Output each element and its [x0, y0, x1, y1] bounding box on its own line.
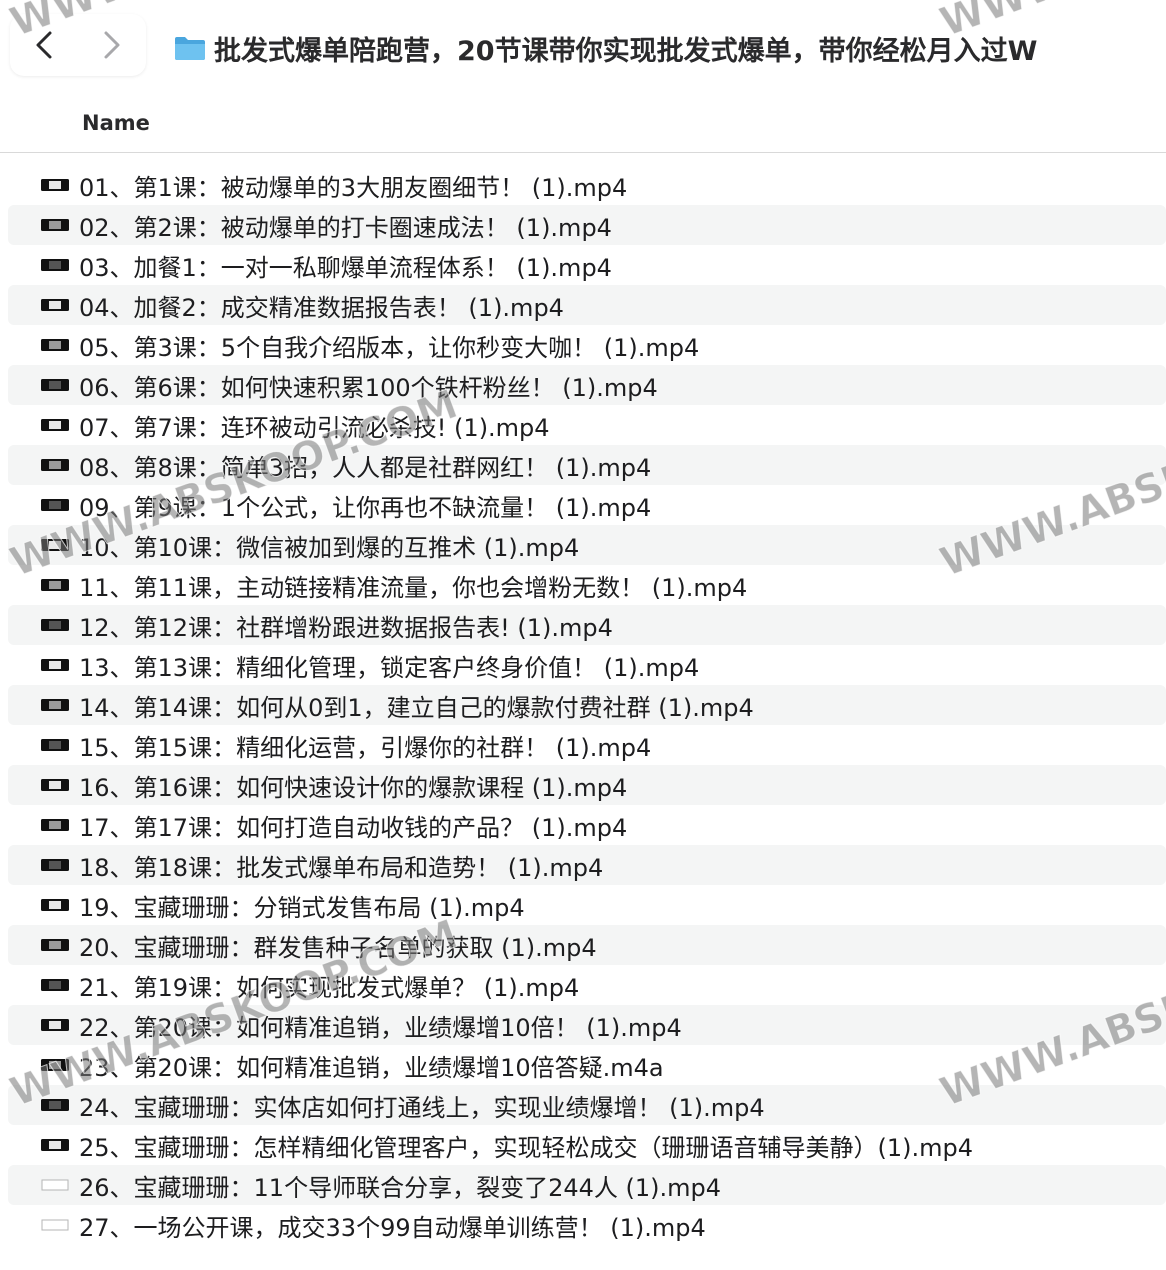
file-row[interactable]: 11、第11课，主动链接精准流量，你也会增粉无数！ (1).mp4 [8, 565, 1166, 605]
video-thumbnail-icon [41, 1019, 69, 1031]
toolbar: 批发式爆单陪跑营，20节课带你实现批发式爆单，带你经松月入过W [0, 0, 1166, 96]
file-name: 07、第7课：连环被动引流必杀技! (1).mp4 [79, 413, 550, 442]
video-thumbnail-icon [41, 659, 69, 671]
file-name: 04、加餐2：成交精准数据报告表！ (1).mp4 [79, 293, 564, 322]
file-name: 23、第20课：如何精准追销，业绩爆增10倍答疑.m4a [79, 1053, 664, 1082]
file-row[interactable]: 14、第14课：如何从0到1，建立自己的爆款付费社群 (1).mp4 [8, 685, 1166, 725]
file-row[interactable]: 08、第8课：简单3招，人人都是社群网红！ (1).mp4 [8, 445, 1166, 485]
file-row[interactable]: 25、宝藏珊珊：怎样精细化管理客户，实现轻松成交（珊珊语音辅导美静）(1).mp… [8, 1125, 1166, 1165]
video-thumbnail-icon [41, 899, 69, 911]
file-row[interactable]: 01、第1课：被动爆单的3大朋友圈细节！ (1).mp4 [8, 165, 1166, 205]
file-row[interactable]: 17、第17课：如何打造自动收钱的产品？ (1).mp4 [8, 805, 1166, 845]
folder-title: 批发式爆单陪跑营，20节课带你实现批发式爆单，带你经松月入过W [214, 35, 1038, 67]
file-name: 20、宝藏珊珊：群发售种子名单的获取 (1).mp4 [79, 933, 597, 962]
video-thumbnail-icon [41, 819, 69, 831]
video-thumbnail-icon [41, 379, 69, 391]
file-row[interactable]: 23、第20课：如何精准追销，业绩爆增10倍答疑.m4a [8, 1045, 1166, 1085]
video-thumbnail-icon [41, 1139, 69, 1151]
file-row[interactable]: 22、第20课：如何精准追销，业绩爆增10倍！ (1).mp4 [8, 1005, 1166, 1045]
file-name: 12、第12课：社群增粉跟进数据报告表! (1).mp4 [79, 613, 613, 642]
audio-file-icon [41, 1059, 69, 1071]
file-name: 09、第9课：1个公式，让你再也不缺流量！ (1).mp4 [79, 493, 652, 522]
forward-button[interactable] [78, 14, 146, 76]
file-row[interactable]: 26、宝藏珊珊：11个导师联合分享，裂变了244人 (1).mp4 [8, 1165, 1166, 1205]
video-thumbnail-icon [41, 579, 69, 591]
file-row[interactable]: 10、第10课：微信被加到爆的互推术 (1).mp4 [8, 525, 1166, 565]
file-row[interactable]: 13、第13课：精细化管理，锁定客户终身价值！ (1).mp4 [8, 645, 1166, 685]
video-thumbnail-icon [41, 779, 69, 791]
file-name: 06、第6课：如何快速积累100个铁杆粉丝！ (1).mp4 [79, 373, 658, 402]
file-name: 24、宝藏珊珊：实体店如何打通线上，实现业绩爆增！ (1).mp4 [79, 1093, 765, 1122]
chevron-right-icon [104, 31, 120, 59]
file-row[interactable]: 05、第3课：5个自我介绍版本，让你秒变大咖！ (1).mp4 [8, 325, 1166, 365]
file-row[interactable]: 15、第15课：精细化运营，引爆你的社群！ (1).mp4 [8, 725, 1166, 765]
video-thumbnail-icon [41, 179, 69, 191]
file-name: 16、第16课：如何快速设计你的爆款课程 (1).mp4 [79, 773, 628, 802]
file-name: 11、第11课，主动链接精准流量，你也会增粉无数！ (1).mp4 [79, 573, 748, 602]
file-name: 14、第14课：如何从0到1，建立自己的爆款付费社群 (1).mp4 [79, 693, 754, 722]
file-name: 05、第3课：5个自我介绍版本，让你秒变大咖！ (1).mp4 [79, 333, 700, 362]
file-row[interactable]: 27、一场公开课，成交33个99自动爆单训练营！ (1).mp4 [8, 1205, 1166, 1245]
file-name: 26、宝藏珊珊：11个导师联合分享，裂变了244人 (1).mp4 [79, 1173, 722, 1202]
file-row[interactable]: 07、第7课：连环被动引流必杀技! (1).mp4 [8, 405, 1166, 445]
chevron-left-icon [36, 31, 52, 59]
file-name: 18、第18课：批发式爆单布局和造势！ (1).mp4 [79, 853, 604, 882]
video-thumbnail-icon [41, 259, 69, 271]
file-row[interactable]: 19、宝藏珊珊：分销式发售布局 (1).mp4 [8, 885, 1166, 925]
video-thumbnail-icon [41, 939, 69, 951]
video-thumbnail-icon [41, 619, 69, 631]
file-row[interactable]: 16、第16课：如何快速设计你的爆款课程 (1).mp4 [8, 765, 1166, 805]
video-thumbnail-icon [41, 859, 69, 871]
blank-thumbnail-icon [41, 1219, 69, 1231]
file-row[interactable]: 06、第6课：如何快速积累100个铁杆粉丝！ (1).mp4 [8, 365, 1166, 405]
video-thumbnail-icon [41, 339, 69, 351]
file-name: 01、第1课：被动爆单的3大朋友圈细节！ (1).mp4 [79, 173, 628, 202]
file-list: 01、第1课：被动爆单的3大朋友圈细节！ (1).mp4 02、第2课：被动爆单的… [8, 165, 1166, 1245]
video-thumbnail-icon [41, 699, 69, 711]
video-thumbnail-icon [41, 539, 69, 551]
file-name: 02、第2课：被动爆单的打卡圈速成法！ (1).mp4 [79, 213, 612, 242]
file-row[interactable]: 18、第18课：批发式爆单布局和造势！ (1).mp4 [8, 845, 1166, 885]
navigation-buttons [10, 14, 146, 76]
file-row[interactable]: 02、第2课：被动爆单的打卡圈速成法！ (1).mp4 [8, 205, 1166, 245]
file-name: 25、宝藏珊珊：怎样精细化管理客户，实现轻松成交（珊珊语音辅导美静）(1).mp… [79, 1133, 974, 1162]
file-name: 19、宝藏珊珊：分销式发售布局 (1).mp4 [79, 893, 525, 922]
column-header: Name [0, 96, 1166, 153]
folder-icon [175, 37, 205, 60]
name-column-header[interactable]: Name [82, 111, 150, 135]
file-name: 15、第15课：精细化运营，引爆你的社群！ (1).mp4 [79, 733, 652, 762]
file-row[interactable]: 12、第12课：社群增粉跟进数据报告表! (1).mp4 [8, 605, 1166, 645]
video-thumbnail-icon [41, 1099, 69, 1111]
video-thumbnail-icon [41, 499, 69, 511]
video-thumbnail-icon [41, 219, 69, 231]
back-button[interactable] [10, 14, 78, 76]
file-name: 08、第8课：简单3招，人人都是社群网红！ (1).mp4 [79, 453, 652, 482]
video-thumbnail-icon [41, 979, 69, 991]
file-name: 10、第10课：微信被加到爆的互推术 (1).mp4 [79, 533, 580, 562]
file-row[interactable]: 20、宝藏珊珊：群发售种子名单的获取 (1).mp4 [8, 925, 1166, 965]
file-row[interactable]: 03、加餐1：一对一私聊爆单流程体系！ (1).mp4 [8, 245, 1166, 285]
file-name: 22、第20课：如何精准追销，业绩爆增10倍！ (1).mp4 [79, 1013, 682, 1042]
window-title: 批发式爆单陪跑营，20节课带你实现批发式爆单，带你经松月入过W [174, 28, 1164, 68]
file-name: 03、加餐1：一对一私聊爆单流程体系！ (1).mp4 [79, 253, 612, 282]
file-name: 21、第19课：如何实现批发式爆单？ (1).mp4 [79, 973, 580, 1002]
file-name: 27、一场公开课，成交33个99自动爆单训练营！ (1).mp4 [79, 1213, 706, 1242]
video-thumbnail-icon [41, 739, 69, 751]
file-row[interactable]: 24、宝藏珊珊：实体店如何打通线上，实现业绩爆增！ (1).mp4 [8, 1085, 1166, 1125]
video-thumbnail-icon [41, 459, 69, 471]
file-row[interactable]: 09、第9课：1个公式，让你再也不缺流量！ (1).mp4 [8, 485, 1166, 525]
file-row[interactable]: 04、加餐2：成交精准数据报告表！ (1).mp4 [8, 285, 1166, 325]
file-name: 13、第13课：精细化管理，锁定客户终身价值！ (1).mp4 [79, 653, 700, 682]
video-thumbnail-icon [41, 419, 69, 431]
video-thumbnail-icon [41, 299, 69, 311]
file-name: 17、第17课：如何打造自动收钱的产品？ (1).mp4 [79, 813, 628, 842]
blank-thumbnail-icon [41, 1179, 69, 1191]
file-row[interactable]: 21、第19课：如何实现批发式爆单？ (1).mp4 [8, 965, 1166, 1005]
